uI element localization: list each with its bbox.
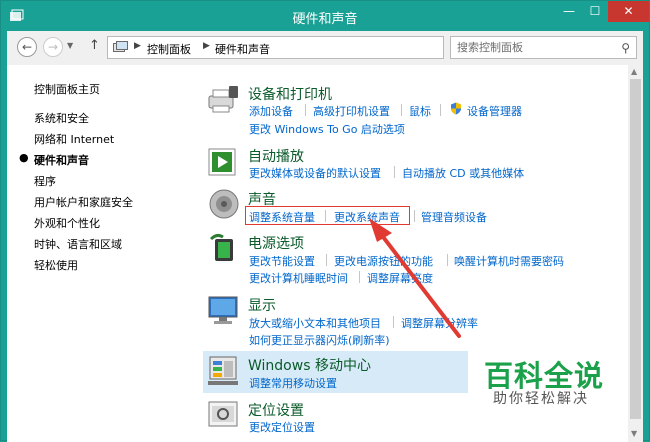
breadcrumb-separator-icon[interactable]: ▶ [203,41,210,51]
navigation-bar: ← → ▼ ↑ ▶ 控制面板 ▶ 硬件和声音 ▼ ↻ ⚲ [7,31,643,65]
maximize-button[interactable]: ☐ [582,1,608,22]
control-panel-window: 硬件和声音 — ☐ ✕ ← → ▼ ↑ ▶ 控制面板 ▶ 硬件和声音 ▼ ↻ ⚲… [0,0,650,442]
title-bar[interactable]: 硬件和声音 — ☐ ✕ [1,1,649,31]
close-button[interactable]: ✕ [608,1,649,22]
minimize-button[interactable]: — [556,1,582,22]
search-box[interactable]: ⚲ [450,36,637,59]
content-area: 控制面板主页 系统和安全 网络和 Internet ● 硬件和声音 程序 用户帐… [7,65,643,442]
forward-button[interactable]: → [43,37,63,57]
breadcrumb-separator-icon[interactable]: ▶ [134,41,141,51]
recent-locations-chevron-icon[interactable]: ▼ [67,41,73,50]
address-bar[interactable]: ▶ 控制面板 ▶ 硬件和声音 ▼ ↻ [107,36,536,59]
search-icon[interactable]: ⚲ [621,41,630,55]
watermark-subtitle: 助你轻松解决 [493,391,589,407]
back-button[interactable]: ← [17,37,37,57]
breadcrumb-hardware-and-sound[interactable]: 硬件和声音 [215,41,270,57]
up-arrow-icon[interactable]: ↑ [89,38,100,53]
window-title: 硬件和声音 [292,12,358,27]
search-input[interactable] [457,40,607,55]
breadcrumb-control-panel[interactable]: 控制面板 [147,41,191,57]
control-panel-icon [113,41,128,52]
